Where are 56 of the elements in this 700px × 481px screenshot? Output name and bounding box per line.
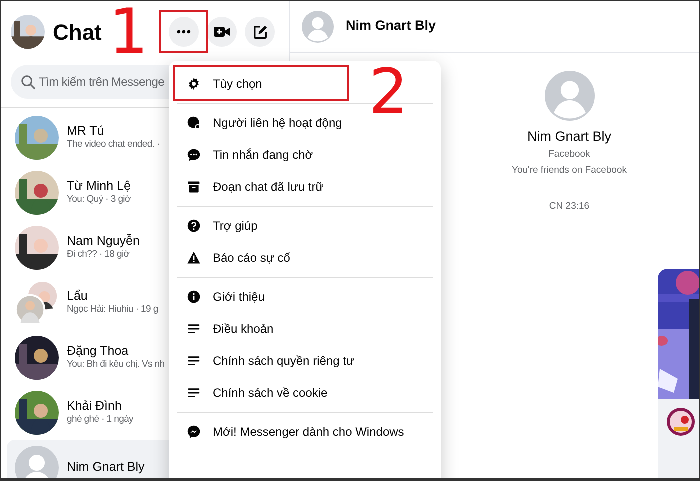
contact-name: Nim Gnart Bly [67, 460, 145, 475]
menu-item[interactable]: Điều khoản [177, 313, 284, 345]
menu-item[interactable]: Tin nhắn đang chờ [177, 139, 324, 171]
contact-name: Đặng Thoa [67, 344, 130, 359]
message-preview: You: Quý · 3 giờ [67, 194, 131, 206]
warning-icon [187, 251, 201, 265]
help-icon [187, 219, 201, 233]
game-icon[interactable] [666, 407, 696, 437]
more-icon [177, 30, 191, 34]
search-icon [21, 75, 36, 90]
profile-name: Nim Gnart Bly [527, 128, 612, 146]
compose-icon [252, 24, 268, 40]
message-preview: The video chat ended. · [67, 138, 160, 152]
timestamp: CN 23:16 [549, 200, 590, 214]
settings-icon [187, 77, 201, 91]
sidebar-title: Chat [53, 18, 102, 46]
messenger-icon [187, 425, 201, 439]
menu-item[interactable]: Chính sách về cookie [177, 377, 338, 409]
chat-bubble-icon [187, 148, 201, 162]
compose-button[interactable] [245, 17, 275, 47]
message-preview: You: Bh đi kêu chị. Vs nh [67, 358, 165, 372]
contact-name: Lẩu [67, 288, 89, 304]
more-button[interactable] [169, 17, 199, 47]
lines-icon [187, 354, 201, 368]
profile-source: Facebook [548, 148, 590, 162]
archive-icon [187, 180, 201, 194]
lines-icon [187, 322, 201, 336]
contact-name: MR Tú [67, 124, 106, 139]
menu-item[interactable]: Báo cáo sự cố [177, 242, 300, 274]
menu-item[interactable]: Người liên hệ hoạt động [177, 107, 352, 139]
person-status-icon [187, 116, 201, 130]
avatar-icon [302, 10, 334, 42]
menu-item[interactable]: Tùy chọn [177, 68, 272, 100]
highlight-frame [159, 10, 208, 53]
game-card[interactable] [658, 269, 699, 478]
avatar-icon [15, 446, 59, 478]
video-camera-icon [214, 26, 230, 38]
message-preview: ghé ghé · 1 ngày [67, 414, 134, 426]
menu-item[interactable]: Mới! Messenger dành cho Windows [177, 416, 414, 448]
step-number: 1 [109, 7, 148, 57]
menu-item[interactable]: Đoạn chat đã lưu trữ [177, 171, 334, 203]
contact-name: Nim Gnart Bly [346, 17, 436, 36]
friend-status: You're friends on Facebook [512, 164, 627, 178]
menu-item[interactable]: Trợ giúp [177, 210, 268, 242]
avatar-icon [544, 71, 594, 121]
menu-item[interactable]: Chính sách quyền riêng tư [177, 345, 364, 377]
contact-name: Khải Đình [67, 398, 123, 414]
video-call-button[interactable] [207, 17, 237, 47]
info-icon [187, 290, 201, 304]
step-number: 2 [369, 67, 408, 117]
message-preview: Đi ch?? · 18 giờ [67, 248, 131, 262]
lines-icon [187, 386, 201, 400]
contact-name: Từ Minh Lệ [67, 178, 131, 194]
message-preview: Ngọc Hải: Hiuhiu · 19 g [67, 304, 158, 316]
menu-item[interactable]: Giới thiệu [177, 281, 275, 313]
contact-name: Nam Nguyễn [67, 234, 140, 249]
